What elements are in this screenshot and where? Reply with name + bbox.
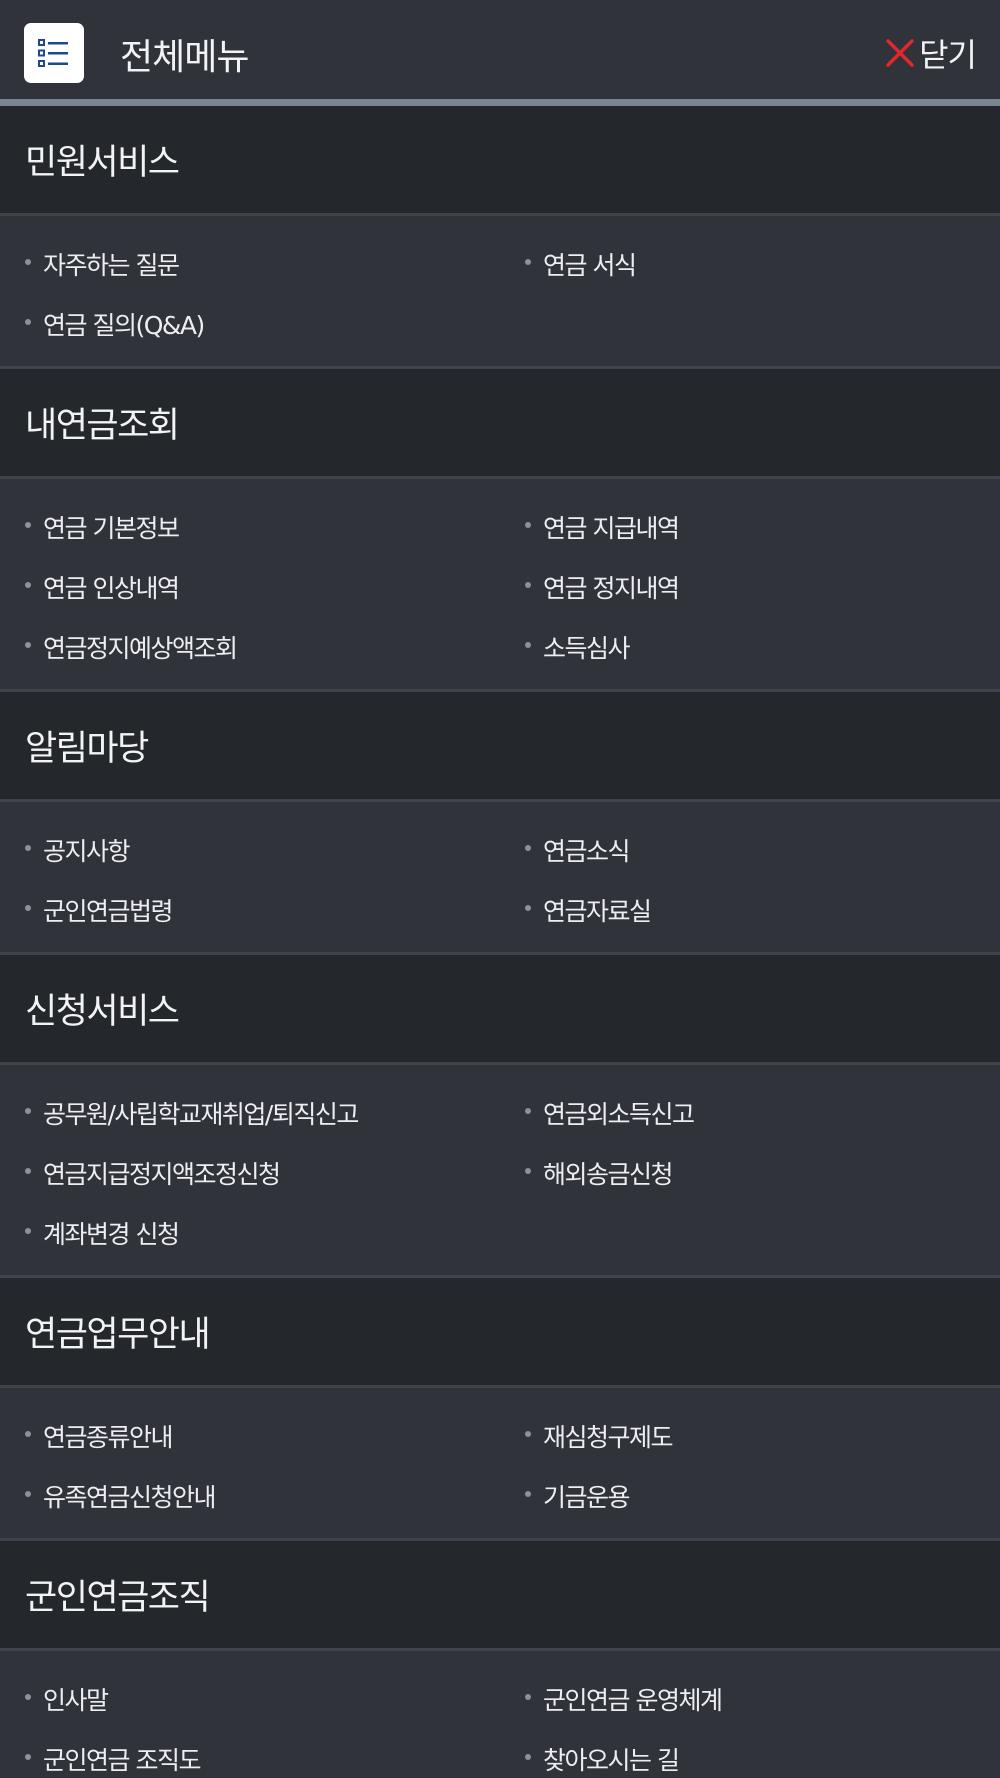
section-title: 군인연금조직 (0, 1541, 1000, 1651)
x-icon (886, 39, 914, 67)
section-menu-list: 인사말 군인연금 운영체계 군인연금 조직도 찾아오시는 길 (0, 1651, 1000, 1778)
menu-link[interactable]: 해외송금신청 (500, 1143, 1000, 1203)
menu-link[interactable]: 유족연금신청안내 (0, 1466, 500, 1526)
section-menu-list: 공무원/사립학교재취업/퇴직신고 연금외소득신고 연금지급정지액조정신청 해외송금신청… (0, 1065, 1000, 1278)
section-title: 알림마당 (0, 692, 1000, 802)
menu-link[interactable]: 연금종류안내 (0, 1406, 500, 1466)
section-title: 연금업무안내 (0, 1278, 1000, 1388)
menu-link[interactable]: 연금지급정지액조정신청 (0, 1143, 500, 1203)
menu-link[interactable]: 재심청구제도 (500, 1406, 1000, 1466)
section-menu-list: 연금종류안내 재심청구제도 유족연금신청안내 기금운용 (0, 1388, 1000, 1541)
menu-sections: 민원서비스 자주하는 질문 연금 서식 연금 질의(Q&A) 내연금조회 연금 기본정보 연… (0, 106, 1000, 1778)
menu-link[interactable]: 찾아오시는 길 (500, 1729, 1000, 1778)
menu-link[interactable]: 공지사항 (0, 820, 500, 880)
menu-link[interactable]: 소득심사 (500, 617, 1000, 677)
menu-link[interactable]: 연금 서식 (500, 234, 1000, 294)
menu-link[interactable]: 연금 기본정보 (0, 497, 500, 557)
menu-header: 전체메뉴 닫기 (0, 0, 1000, 106)
menu-link[interactable]: 공무원/사립학교재취업/퇴직신고 (0, 1083, 500, 1143)
menu-link[interactable]: 군인연금 조직도 (0, 1729, 500, 1778)
section-title: 내연금조회 (0, 369, 1000, 479)
section-menu-list: 공지사항 연금소식 군인연금법령 연금자료실 (0, 802, 1000, 955)
list-icon (24, 23, 84, 83)
section-title: 신청서비스 (0, 955, 1000, 1065)
close-label: 닫기 (919, 36, 977, 74)
close-button[interactable]: 닫기 (885, 30, 977, 76)
menu-link[interactable]: 연금소식 (500, 820, 1000, 880)
menu-link[interactable]: 계좌변경 신청 (0, 1203, 500, 1263)
section-title: 민원서비스 (0, 106, 1000, 216)
menu-link[interactable]: 자주하는 질문 (0, 234, 500, 294)
menu-link[interactable]: 연금 정지내역 (500, 557, 1000, 617)
menu-link[interactable]: 연금자료실 (500, 880, 1000, 940)
menu-link[interactable]: 인사말 (0, 1669, 500, 1729)
menu-link[interactable]: 연금 인상내역 (0, 557, 500, 617)
section-menu-list: 자주하는 질문 연금 서식 연금 질의(Q&A) (0, 216, 1000, 369)
menu-link[interactable]: 연금 질의(Q&A) (0, 294, 500, 354)
section-menu-list: 연금 기본정보 연금 지급내역 연금 인상내역 연금 정지내역 연금정지예상액조회 소득심… (0, 479, 1000, 692)
page-title: 전체메뉴 (120, 37, 249, 78)
menu-link[interactable]: 기금운용 (500, 1466, 1000, 1526)
menu-link[interactable]: 연금 지급내역 (500, 497, 1000, 557)
menu-link[interactable]: 군인연금법령 (0, 880, 500, 940)
menu-link[interactable]: 연금정지예상액조회 (0, 617, 500, 677)
menu-link[interactable]: 군인연금 운영체계 (500, 1669, 1000, 1729)
menu-link[interactable]: 연금외소득신고 (500, 1083, 1000, 1143)
